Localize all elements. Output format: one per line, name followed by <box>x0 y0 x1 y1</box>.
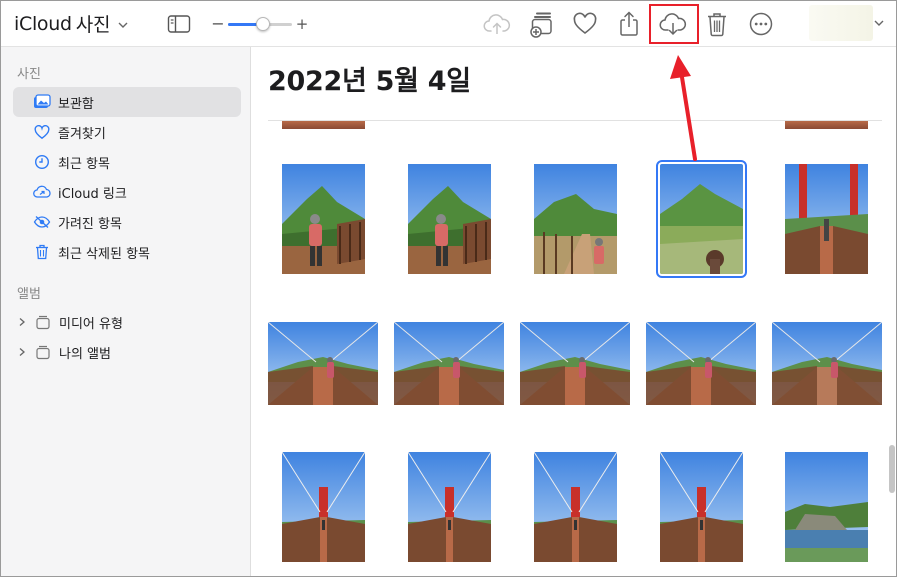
sidebar-item-label: 보관함 <box>58 96 94 112</box>
sidebar-album-label: 나의 앨범 <box>59 346 111 362</box>
sidebar-section-albums: 앨범 <box>17 287 41 302</box>
chevron-right-icon <box>19 318 25 326</box>
account-menu-button[interactable] <box>871 15 887 31</box>
sidebar-item-library[interactable]: 보관함 <box>13 87 241 117</box>
more-options-button[interactable] <box>746 10 776 38</box>
date-heading: 2022년 5월 4일 <box>268 66 471 97</box>
download-highlight-box <box>649 4 699 44</box>
app-section-title: 사진 <box>75 14 111 36</box>
heart-icon <box>573 12 597 35</box>
ellipsis-circle-icon <box>749 12 773 36</box>
photo-thumbnail[interactable] <box>394 322 504 405</box>
sidebar-album-label: 미디어 유형 <box>59 316 123 332</box>
chevron-down-icon <box>874 20 884 26</box>
chevron-down-icon <box>118 22 128 28</box>
photo-thumbnail[interactable] <box>534 164 617 274</box>
zoom-slider-thumb[interactable] <box>256 17 271 31</box>
photo-thumbnail[interactable] <box>408 452 491 562</box>
add-to-album-button[interactable] <box>526 10 556 38</box>
red-annotation-arrow <box>670 55 697 161</box>
album-stack-icon <box>36 345 50 360</box>
photo-thumbnail[interactable] <box>785 452 868 562</box>
favorite-button[interactable] <box>570 10 600 38</box>
sidebar-section-photos: 사진 <box>17 67 41 82</box>
upload-button[interactable] <box>482 10 512 38</box>
cloud-link-icon <box>33 183 51 201</box>
sidebar: 사진 보관함 즐겨찾기 최근 항목 iCloud 링크 가려진 항목 최근 삭제… <box>1 47 251 576</box>
add-to-album-icon <box>530 12 552 38</box>
zoom-in-button[interactable]: + <box>295 14 309 34</box>
photo-thumbnail[interactable] <box>772 322 882 405</box>
brand-name: iCloud <box>14 12 72 35</box>
photo-thumbnail[interactable] <box>520 322 630 405</box>
sidebar-item-label: iCloud 링크 <box>58 186 127 202</box>
sidebar-item-label: 최근 항목 <box>58 156 110 172</box>
photo-thumbnail-partial[interactable] <box>785 121 868 129</box>
sidebar-album-media-types[interactable]: 미디어 유형 <box>13 307 241 337</box>
heart-icon <box>33 123 51 141</box>
sidebar-item-favorites[interactable]: 즐겨찾기 <box>13 117 241 147</box>
zoom-out-button[interactable]: − <box>211 14 225 34</box>
toolbar: iCloud 사진 − + <box>1 1 896 47</box>
album-stack-icon <box>36 315 50 330</box>
photo-grid-area: 2022년 5월 4일 <box>252 47 896 576</box>
account-area[interactable] <box>809 5 873 41</box>
library-icon <box>33 93 51 111</box>
app-switcher[interactable]: iCloud 사진 <box>14 10 129 37</box>
photo-thumbnail[interactable] <box>282 164 365 274</box>
photo-thumbnail-partial[interactable] <box>282 121 365 129</box>
photo-thumbnail-selected[interactable] <box>656 160 747 278</box>
photos-window: iCloud 사진 − + 사진 보관함 즐겨찾기 최근 항목 iCloud 링… <box>0 0 897 577</box>
sidebar-item-label: 가려진 항목 <box>58 216 122 232</box>
sidebar-toggle-button[interactable] <box>165 12 193 36</box>
sidebar-item-recents[interactable]: 최근 항목 <box>13 147 241 177</box>
photo-thumbnail[interactable] <box>660 452 743 562</box>
trash-icon <box>33 243 51 261</box>
delete-button[interactable] <box>702 10 732 38</box>
clock-icon <box>33 153 51 171</box>
sidebar-item-recently-deleted[interactable]: 최근 삭제된 항목 <box>13 237 241 267</box>
photo-thumbnail[interactable] <box>646 322 756 405</box>
eye-slash-icon <box>33 213 51 231</box>
trash-icon <box>708 13 726 37</box>
sidebar-item-hidden[interactable]: 가려진 항목 <box>13 207 241 237</box>
sidebar-icon <box>167 15 191 33</box>
chevron-right-icon <box>19 348 25 356</box>
cloud-upload-icon <box>483 14 511 34</box>
scrollbar-thumb[interactable] <box>889 445 895 493</box>
photo-thumbnail[interactable] <box>282 452 365 562</box>
share-icon <box>620 11 638 36</box>
sidebar-item-label: 최근 삭제된 항목 <box>58 246 150 262</box>
sidebar-album-my-albums[interactable]: 나의 앨범 <box>13 337 241 367</box>
sidebar-item-label: 즐겨찾기 <box>58 126 106 142</box>
photo-thumbnail[interactable] <box>268 322 378 405</box>
share-button[interactable] <box>614 10 644 38</box>
photo-thumbnail[interactable] <box>408 164 491 274</box>
photo-thumbnail[interactable] <box>785 164 868 274</box>
sidebar-item-icloud-links[interactable]: iCloud 링크 <box>13 177 241 207</box>
photo-thumbnail[interactable] <box>534 452 617 562</box>
